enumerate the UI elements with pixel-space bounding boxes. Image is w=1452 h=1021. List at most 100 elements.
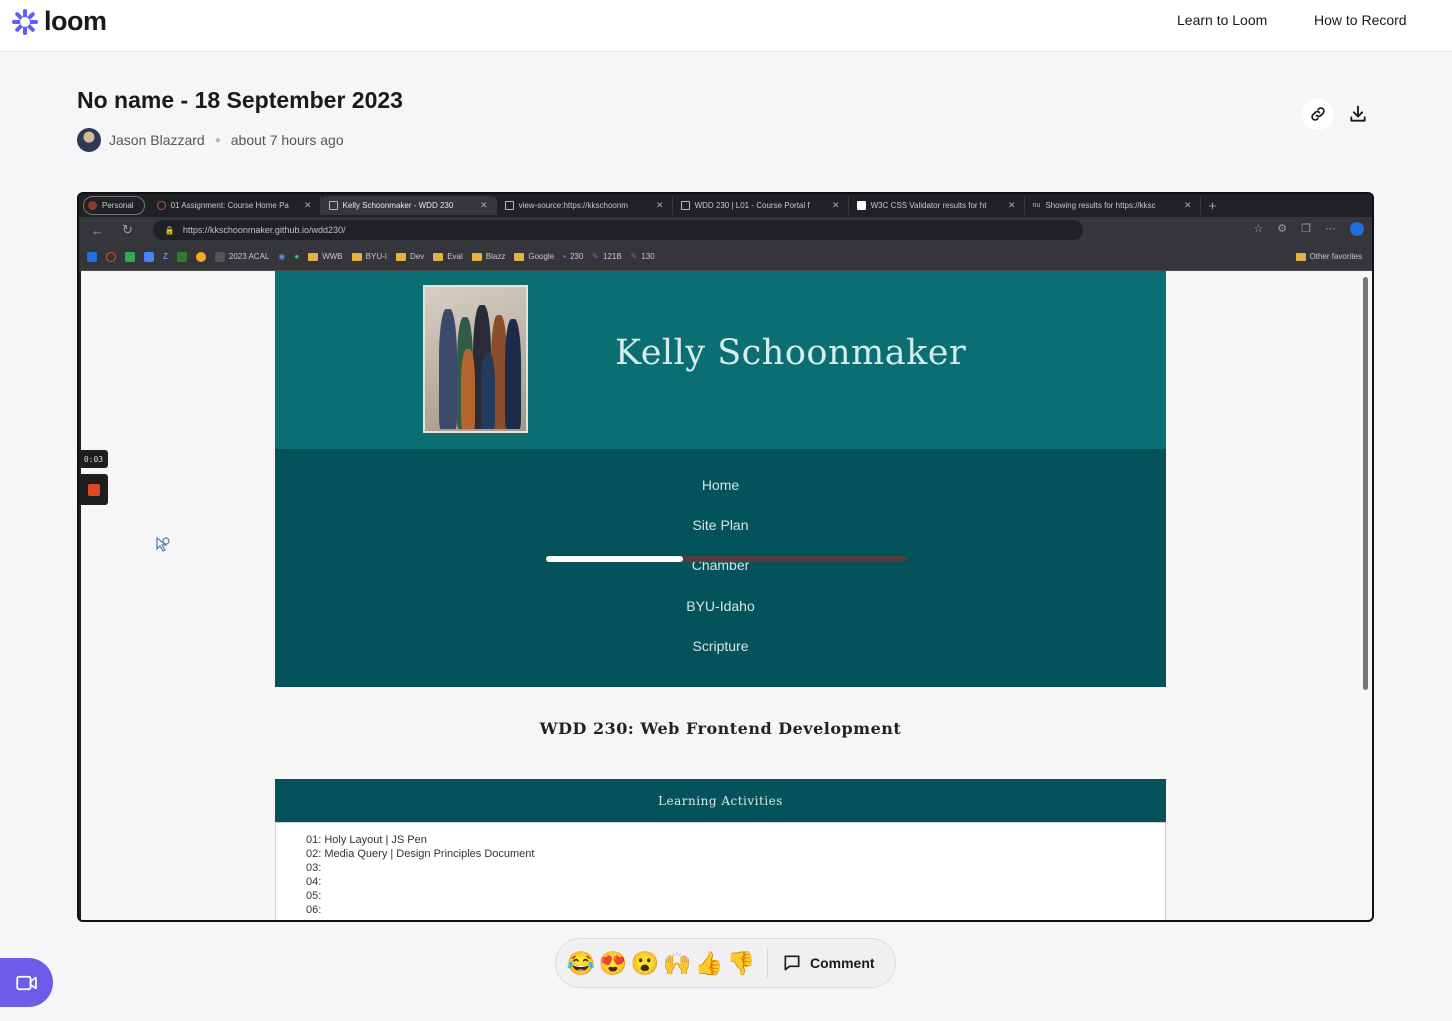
bookmark-folder[interactable]: WWB bbox=[308, 252, 343, 261]
extension-icon[interactable]: ⚙ bbox=[1277, 222, 1287, 236]
loom-logo[interactable]: loom bbox=[10, 6, 107, 37]
folder-icon bbox=[433, 252, 444, 261]
bookmark-folder[interactable]: Eval bbox=[433, 252, 463, 261]
browser-tab[interactable]: WDD 230 | L01 - Course Portal f ✕ bbox=[673, 196, 849, 215]
profile-label: Personal bbox=[102, 201, 134, 210]
folder-icon bbox=[1295, 252, 1306, 261]
reload-icon[interactable]: ↻ bbox=[122, 222, 133, 238]
bookmark-label: WWB bbox=[322, 252, 343, 261]
pen-icon: ✎ bbox=[630, 252, 638, 261]
bookmark[interactable]: ✎ 121B bbox=[592, 252, 621, 261]
browser-tab[interactable]: 01 Assignment: Course Home Pa ✕ bbox=[149, 196, 321, 215]
browser-tab[interactable]: W3C CSS Validator results for ht ✕ bbox=[849, 196, 1025, 215]
emoji-raised-hands[interactable]: 🙌 bbox=[661, 950, 693, 977]
page-scrollbar[interactable] bbox=[1363, 277, 1368, 690]
emoji-laughing[interactable]: 😂 bbox=[565, 950, 597, 977]
nav-home[interactable]: Home bbox=[275, 477, 1166, 493]
emoji-thumbs-down[interactable]: 👎 bbox=[725, 950, 757, 977]
learn-to-loom-link[interactable]: Learn to Loom bbox=[1177, 12, 1267, 28]
copy-link-button[interactable] bbox=[1302, 98, 1334, 130]
byui-icon[interactable] bbox=[106, 251, 116, 262]
bookmark-folder[interactable]: Dev bbox=[395, 252, 425, 261]
close-icon[interactable]: ✕ bbox=[480, 200, 488, 211]
browser-tab[interactable]: view-source:https://kkschoonm ✕ bbox=[497, 196, 673, 215]
page-icon bbox=[504, 201, 514, 210]
bookmark-label: 121B bbox=[603, 252, 622, 261]
top-bar: loom Learn to Loom How to Record bbox=[0, 0, 1452, 52]
activity-item: 06: bbox=[306, 904, 322, 916]
avatar[interactable] bbox=[77, 128, 101, 152]
download-button[interactable] bbox=[1342, 98, 1374, 130]
bing-icon[interactable] bbox=[1350, 222, 1364, 236]
video-player[interactable]: Personal 01 Assignment: Course Home Pa ✕ … bbox=[77, 192, 1374, 922]
nav-site-plan[interactable]: Site Plan bbox=[275, 517, 1166, 533]
emoji-surprised[interactable]: 😮 bbox=[629, 950, 661, 977]
record-video-button[interactable] bbox=[0, 958, 53, 1007]
browser-profile-button[interactable]: Personal bbox=[83, 196, 145, 215]
emoji-heart-eyes[interactable]: 😍 bbox=[597, 950, 629, 977]
nav-byu-idaho[interactable]: BYU-Idaho bbox=[275, 598, 1166, 614]
emoji-thumbs-up[interactable]: 👍 bbox=[693, 950, 725, 977]
page-icon bbox=[680, 201, 690, 210]
dot-icon: • bbox=[563, 252, 566, 261]
favorite-star-icon[interactable]: ☆ bbox=[1253, 222, 1263, 236]
back-icon[interactable]: ← bbox=[91, 223, 104, 238]
bookmark-folder[interactable]: Blazz bbox=[471, 252, 506, 261]
browser-address-bar: ← ↻ 🔒 https://kkschoonmaker.github.io/wd… bbox=[79, 217, 1372, 243]
video-progress-fill bbox=[546, 556, 683, 562]
bookmark-folder[interactable]: BYU-I bbox=[351, 252, 387, 261]
pen-icon[interactable] bbox=[176, 251, 187, 262]
activity-item[interactable]: 02: Media Query | Design Principles Docu… bbox=[306, 847, 1165, 861]
folder-icon bbox=[514, 252, 525, 261]
activity-item[interactable]: 01: Holy Layout | JS Pen bbox=[306, 833, 1165, 847]
how-to-record-link[interactable]: How to Record bbox=[1314, 12, 1407, 28]
comment-button[interactable]: Comment bbox=[782, 953, 875, 973]
bookmark[interactable]: • 230 bbox=[563, 252, 583, 261]
zoom-icon[interactable]: Z bbox=[163, 252, 168, 261]
browser-tab-active[interactable]: Kelly Schoonmaker - WDD 230 ✕ bbox=[320, 196, 497, 215]
tab-label: view-source:https://kkschoonm bbox=[518, 201, 628, 210]
browser-tab[interactable]: nu Showing results for https://kksc ✕ bbox=[1025, 196, 1201, 215]
close-icon[interactable]: ✕ bbox=[1184, 200, 1192, 211]
calendar-icon[interactable] bbox=[144, 251, 154, 262]
pen-icon: ✎ bbox=[592, 252, 600, 261]
byui-icon bbox=[156, 201, 166, 210]
stop-recording-button[interactable] bbox=[79, 474, 108, 505]
bookmark-icon[interactable] bbox=[195, 251, 206, 262]
outlook-icon[interactable] bbox=[87, 251, 97, 262]
site-header: Kelly Schoonmaker bbox=[275, 271, 1166, 449]
url-field[interactable]: 🔒 https://kkschoonmaker.github.io/wdd230… bbox=[152, 220, 1083, 240]
bookmark-label: Dev bbox=[409, 252, 425, 261]
family-photo bbox=[423, 285, 528, 433]
more-icon[interactable]: ⋯ bbox=[1325, 222, 1336, 236]
bookmarks-bar: Z 2023 ACAL ◉ ● WWB BYU-I Dev Eval Blazz… bbox=[79, 243, 1372, 271]
nav-scripture[interactable]: Scripture bbox=[275, 638, 1166, 654]
comment-icon bbox=[784, 955, 800, 971]
bookmark-label: 230 bbox=[569, 252, 584, 261]
activity-item: 04: bbox=[306, 876, 322, 888]
bookmark[interactable]: 2023 ACAL bbox=[214, 251, 270, 262]
new-tab-icon[interactable]: + bbox=[1209, 198, 1217, 213]
teams-icon[interactable]: ◉ bbox=[278, 252, 285, 261]
drive-icon[interactable] bbox=[125, 251, 135, 262]
other-favorites[interactable]: Other favorites bbox=[1295, 252, 1362, 261]
bookmark[interactable]: ✎ 130 bbox=[631, 252, 655, 261]
author-name[interactable]: Jason Blazzard bbox=[109, 132, 205, 148]
loom-asterisk-icon bbox=[12, 8, 38, 35]
bookmark-folder[interactable]: Google bbox=[514, 252, 554, 261]
close-icon[interactable]: ✕ bbox=[656, 200, 664, 211]
folder-icon bbox=[351, 252, 362, 261]
bookmark-label: 130 bbox=[641, 252, 655, 261]
video-title[interactable]: No name - 18 September 2023 bbox=[77, 87, 403, 114]
close-icon[interactable]: ✕ bbox=[304, 200, 312, 211]
close-icon[interactable]: ✕ bbox=[1008, 200, 1016, 211]
video-progress-bar[interactable] bbox=[546, 556, 906, 562]
whatsapp-icon[interactable]: ● bbox=[294, 252, 299, 261]
bookmark-label: 2023 ACAL bbox=[228, 252, 270, 261]
close-icon[interactable]: ✕ bbox=[832, 200, 840, 211]
bookmark-label: Blazz bbox=[485, 252, 506, 261]
course-heading: WDD 230: Web Frontend Development bbox=[539, 719, 902, 738]
activity-item: 03: bbox=[306, 862, 322, 874]
collections-icon[interactable]: ❐ bbox=[1301, 222, 1311, 236]
tab-label: Showing results for https://kksc bbox=[1045, 201, 1156, 210]
